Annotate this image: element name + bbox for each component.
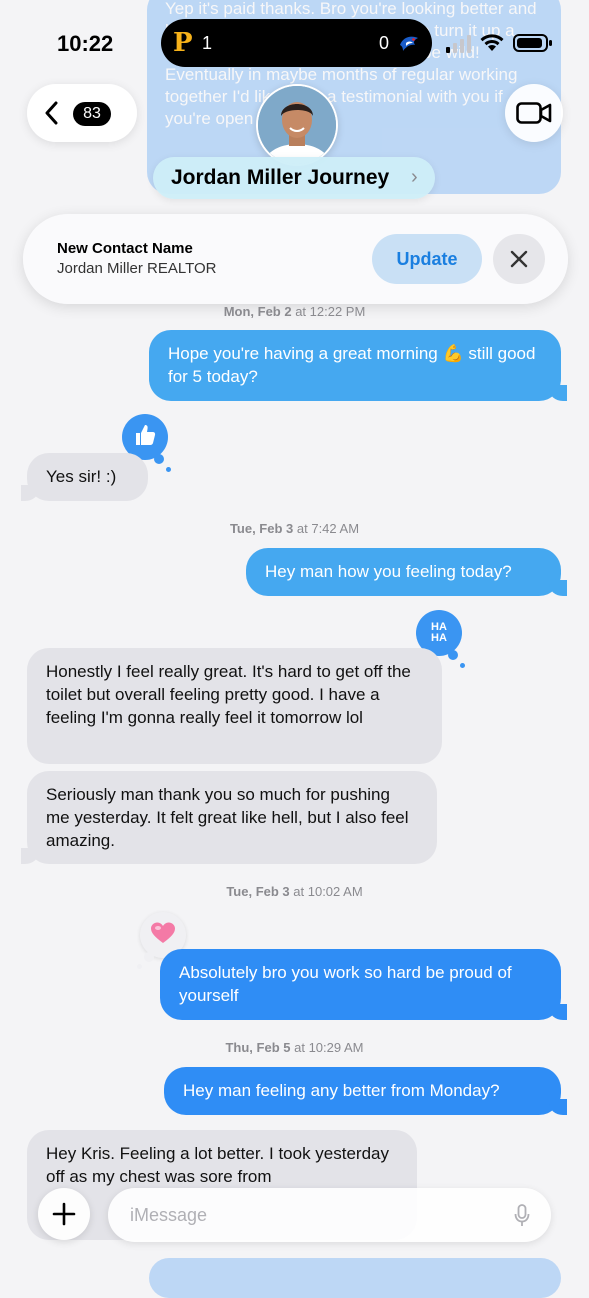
facetime-video-button[interactable] <box>505 84 563 142</box>
timestamp: Tue, Feb 3 at 10:02 AM <box>0 884 589 899</box>
unread-count-badge: 83 <box>73 102 111 126</box>
banner-title: New Contact Name <box>57 240 193 257</box>
message-text: Hope you're having a great morning 💪 sti… <box>168 344 536 386</box>
add-attachment-button[interactable] <box>38 1188 90 1240</box>
timestamp: Thu, Feb 5 at 10:29 AM <box>0 1040 589 1055</box>
contact-name: Jordan Miller Journey <box>171 166 390 189</box>
pirates-logo-icon: P <box>173 28 193 58</box>
background-next-bubble <box>149 1258 561 1298</box>
timestamp-day: Tue, Feb 3 <box>226 884 290 899</box>
sent-message[interactable]: Hey man how you feeling today? <box>246 548 567 596</box>
team-a-score: 1 <box>202 33 213 53</box>
timestamp-time: at 12:22 PM <box>295 304 366 319</box>
microphone-icon <box>514 1204 530 1233</box>
message-text: Honestly I feel really great. It's hard … <box>46 662 411 727</box>
contact-name-pill[interactable]: Jordan Miller Journey › <box>153 157 435 199</box>
cellular-signal-icon <box>446 35 472 58</box>
message-text: Seriously man thank you so much for push… <box>46 785 409 850</box>
timestamp: Mon, Feb 2 at 12:22 PM <box>0 304 589 319</box>
message-text: Hey man feeling any better from Monday? <box>183 1081 500 1100</box>
message-text: Hey Kris. Feeling a lot better. I took y… <box>46 1144 389 1186</box>
timestamp: Tue, Feb 3 at 7:42 AM <box>0 521 589 536</box>
message-text: Yes sir! :) <box>46 467 117 486</box>
timestamp-time: at 7:42 AM <box>296 521 360 536</box>
plus-icon <box>52 1202 76 1231</box>
contact-avatar[interactable] <box>256 84 338 166</box>
team-b-score: 0 <box>379 33 390 53</box>
timestamp-day: Thu, Feb 5 <box>225 1040 291 1055</box>
status-time: 10:22 <box>57 31 114 56</box>
wifi-icon <box>479 33 505 58</box>
thumbs-up-icon <box>132 422 158 453</box>
timestamp-day: Mon, Feb 2 <box>223 304 292 319</box>
battery-icon <box>513 34 553 57</box>
message-input[interactable]: iMessage <box>108 1188 551 1242</box>
received-message[interactable]: Yes sir! :) <box>21 453 148 501</box>
sent-message[interactable]: Absolutely bro you work so hard be proud… <box>160 949 567 1020</box>
received-message[interactable]: Honestly I feel really great. It's hard … <box>27 648 442 764</box>
update-contact-button[interactable]: Update <box>372 234 482 284</box>
close-banner-button[interactable] <box>493 234 545 284</box>
received-message[interactable]: Seriously man thank you so much for push… <box>21 771 437 864</box>
haha-icon: HA HA <box>431 622 447 644</box>
video-camera-icon <box>516 102 552 129</box>
dynamic-island[interactable]: P 1 0 <box>161 19 432 67</box>
chevron-left-icon <box>44 101 58 130</box>
message-input-placeholder: iMessage <box>130 1205 208 1225</box>
new-contact-banner: New Contact Name Jordan Miller REALTOR U… <box>23 214 568 304</box>
close-icon <box>509 249 529 274</box>
message-text: Absolutely bro you work so hard be proud… <box>179 963 512 1005</box>
banner-subtitle: Jordan Miller REALTOR <box>57 260 217 277</box>
back-button[interactable]: 83 <box>27 84 137 142</box>
haha-line-2: HA <box>431 632 447 644</box>
heart-icon <box>150 921 176 950</box>
chevron-right-icon: › <box>411 166 418 188</box>
timestamp-day: Tue, Feb 3 <box>229 521 294 536</box>
message-text: Hey man how you feeling today? <box>265 562 512 581</box>
sent-message[interactable]: Hope you're having a great morning 💪 sti… <box>149 330 567 401</box>
timestamp-time: at 10:02 AM <box>293 884 363 899</box>
blue-jays-logo-icon <box>397 31 421 55</box>
sent-message[interactable]: Hey man feeling any better from Monday? <box>164 1067 567 1115</box>
timestamp-time: at 10:29 AM <box>294 1040 364 1055</box>
